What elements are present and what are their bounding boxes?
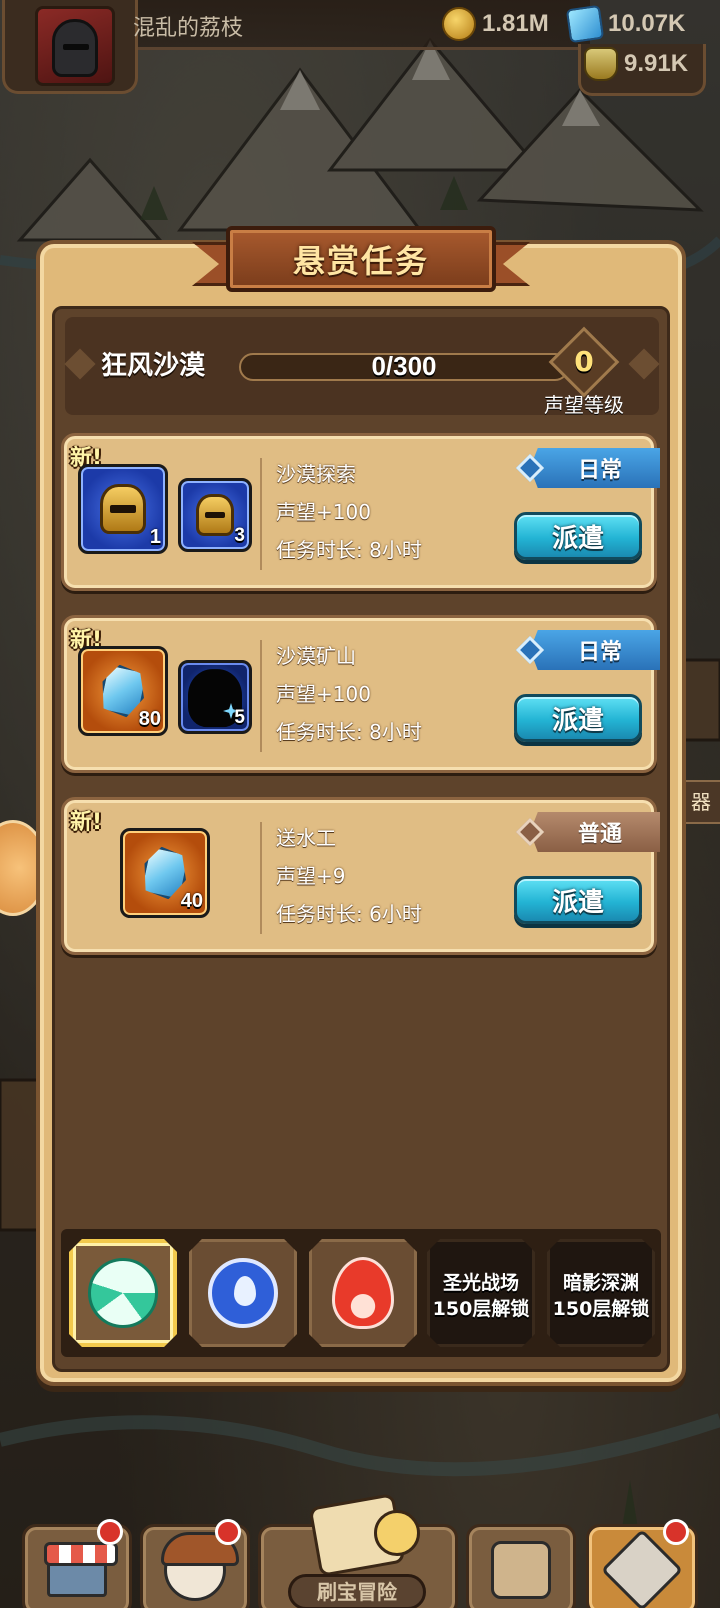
panel-title: 悬赏任务 xyxy=(292,242,429,280)
progress-text: 0/300 xyxy=(371,351,437,381)
reward-count: 40 xyxy=(180,890,203,912)
notification-dot xyxy=(663,1519,689,1545)
potion-icon xyxy=(584,47,618,81)
reward-slot[interactable]: 1 xyxy=(78,464,168,554)
tab-fire[interactable] xyxy=(309,1239,417,1347)
region-name: 狂风沙漠 xyxy=(101,351,206,381)
element-tab-bar: 圣光战场 150层解锁 暗影深渊 150层解锁 xyxy=(61,1229,661,1357)
locked-tab-label: 暗影深渊 150层解锁 xyxy=(550,1270,652,1322)
task-type-banner: 普通 xyxy=(530,812,660,852)
reward-slot[interactable]: 40 xyxy=(120,828,210,918)
task-type-banner: 日常 xyxy=(530,630,660,670)
tab-water[interactable] xyxy=(189,1239,297,1347)
task-card: 新! 80 5 沙漠矿山 声望+100 任务时长: 8小时 日常 派遣 xyxy=(61,615,660,773)
top-bar: 混乱的荔枝 1.81M 10.07K 9.91K xyxy=(0,0,720,96)
notification-dot xyxy=(215,1519,241,1545)
task-reputation: 声望+100 xyxy=(276,682,371,706)
potion-resource[interactable]: 9.91K xyxy=(584,44,688,84)
notification-dot xyxy=(97,1519,123,1545)
left-diamond-ornament xyxy=(64,348,96,380)
nav-forge[interactable] xyxy=(586,1519,698,1608)
reward-slot[interactable]: 5 xyxy=(178,660,252,734)
hero-icon xyxy=(161,1532,239,1601)
gold-resource[interactable]: 1.81M xyxy=(442,4,549,44)
right-diamond-ornament xyxy=(628,348,660,380)
divider xyxy=(260,822,262,934)
nav-shop[interactable] xyxy=(22,1519,132,1608)
region-header: 狂风沙漠 0/300 0 声望等级 xyxy=(64,317,660,417)
locked-tab-requirement: 150层解锁 xyxy=(552,1298,650,1320)
dispatch-button[interactable]: 派遣 xyxy=(514,876,642,924)
dispatch-button[interactable]: 派遣 xyxy=(514,694,642,742)
task-name: 沙漠矿山 xyxy=(276,644,356,668)
fire-icon xyxy=(332,1257,394,1329)
player-name: 混乱的荔枝 xyxy=(133,16,244,41)
tab-shadow-abyss[interactable]: 暗影深渊 150层解锁 xyxy=(547,1239,655,1347)
reputation-level: 0 xyxy=(574,345,594,378)
gem-resource[interactable]: 10.07K xyxy=(565,4,686,44)
reputation-level-label: 声望等级 xyxy=(544,393,624,417)
wind-icon xyxy=(88,1258,158,1328)
knight-helmet-icon xyxy=(52,19,98,77)
gold-coin-icon xyxy=(442,7,476,41)
potion-amount: 9.91K xyxy=(624,50,689,77)
player-avatar[interactable] xyxy=(35,6,115,86)
bounty-panel: 悬赏任务 狂风沙漠 0/300 0 声望等级 新! 1 3 沙漠探索 声望+10… xyxy=(36,226,686,1386)
golden-helmet-icon xyxy=(100,484,146,534)
water-icon xyxy=(208,1258,278,1328)
side-tab-equipment[interactable]: 器 xyxy=(680,780,720,824)
panel-content: 狂风沙漠 0/300 0 声望等级 新! 1 3 沙漠探索 声望+100 任务时… xyxy=(52,306,670,1372)
task-reputation: 声望+9 xyxy=(276,864,346,888)
dispatch-button[interactable]: 派遣 xyxy=(514,512,642,560)
adventure-label: 刷宝冒险 xyxy=(288,1574,426,1608)
new-badge: 新! xyxy=(70,810,103,835)
task-card: 新! 1 3 沙漠探索 声望+100 任务时长: 8小时 日常 派遣 xyxy=(61,433,660,591)
title-ribbon: 悬赏任务 xyxy=(192,226,530,298)
task-duration: 任务时长: 8小时 xyxy=(276,538,422,562)
profile-frame[interactable] xyxy=(2,0,138,94)
gem-icon xyxy=(565,4,605,44)
task-name: 送水工 xyxy=(276,826,336,850)
tab-wind[interactable] xyxy=(69,1239,177,1347)
task-card: 新! 40 送水工 声望+9 任务时长: 6小时 普通 派遣 xyxy=(61,797,660,955)
reward-count: 5 xyxy=(234,707,245,728)
gem-amount: 10.07K xyxy=(608,10,686,37)
divider xyxy=(260,458,262,570)
nav-bag[interactable] xyxy=(466,1524,576,1608)
task-name: 沙漠探索 xyxy=(276,462,356,486)
reward-count: 1 xyxy=(149,526,161,548)
locked-tab-requirement: 150层解锁 xyxy=(432,1298,530,1320)
nav-hero[interactable] xyxy=(140,1519,250,1608)
compass-icon xyxy=(374,1510,420,1556)
locked-tab-title: 圣光战场 xyxy=(442,1272,519,1294)
divider xyxy=(260,640,262,752)
shop-icon xyxy=(44,1542,118,1597)
locked-tab-title: 暗影深渊 xyxy=(562,1272,639,1294)
golden-helmet-icon xyxy=(196,494,234,536)
tab-holy-battlefield[interactable]: 圣光战场 150层解锁 xyxy=(427,1239,535,1347)
task-type-banner: 日常 xyxy=(530,448,660,488)
locked-tab-label: 圣光战场 150层解锁 xyxy=(430,1270,532,1322)
reward-count: 3 xyxy=(234,525,245,546)
reward-slot[interactable]: 3 xyxy=(178,478,252,552)
task-duration: 任务时长: 6小时 xyxy=(276,902,422,926)
task-duration: 任务时长: 8小时 xyxy=(276,720,422,744)
task-reputation: 声望+100 xyxy=(276,500,371,524)
bag-icon xyxy=(491,1541,551,1599)
nav-adventure[interactable]: 刷宝冒险 xyxy=(288,1493,426,1608)
reward-slot[interactable]: 80 xyxy=(78,646,168,736)
gold-amount: 1.81M xyxy=(482,10,549,37)
reward-count: 80 xyxy=(138,708,161,730)
